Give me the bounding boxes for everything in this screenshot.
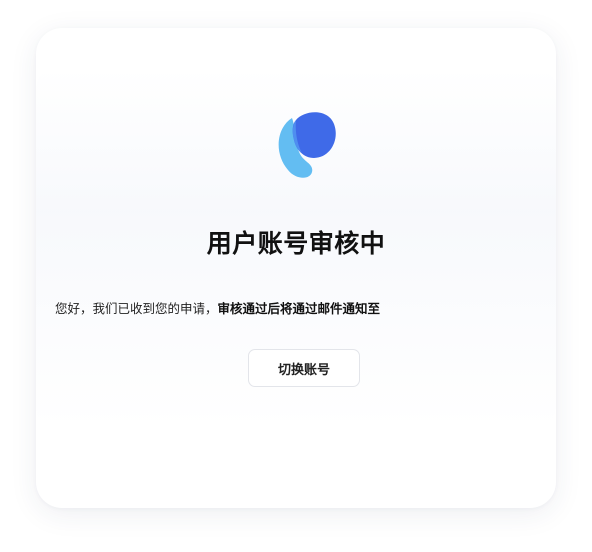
status-message-bold: 审核通过后将通过邮件通知至	[217, 301, 381, 316]
review-card: 用户账号审核中 您好，我们已收到您的申请，审核通过后将通过邮件通知至 切换账号	[36, 28, 556, 508]
switch-account-button[interactable]: 切换账号	[248, 349, 360, 387]
page-title: 用户账号审核中	[206, 229, 386, 258]
page: 用户账号审核中 您好，我们已收到您的申请，审核通过后将通过邮件通知至 切换账号	[0, 0, 592, 552]
status-message-normal: 您好，我们已收到您的申请，	[55, 301, 218, 316]
status-message: 您好，我们已收到您的申请，审核通过后将通过邮件通知至	[55, 298, 545, 317]
app-logo-icon	[274, 110, 338, 182]
